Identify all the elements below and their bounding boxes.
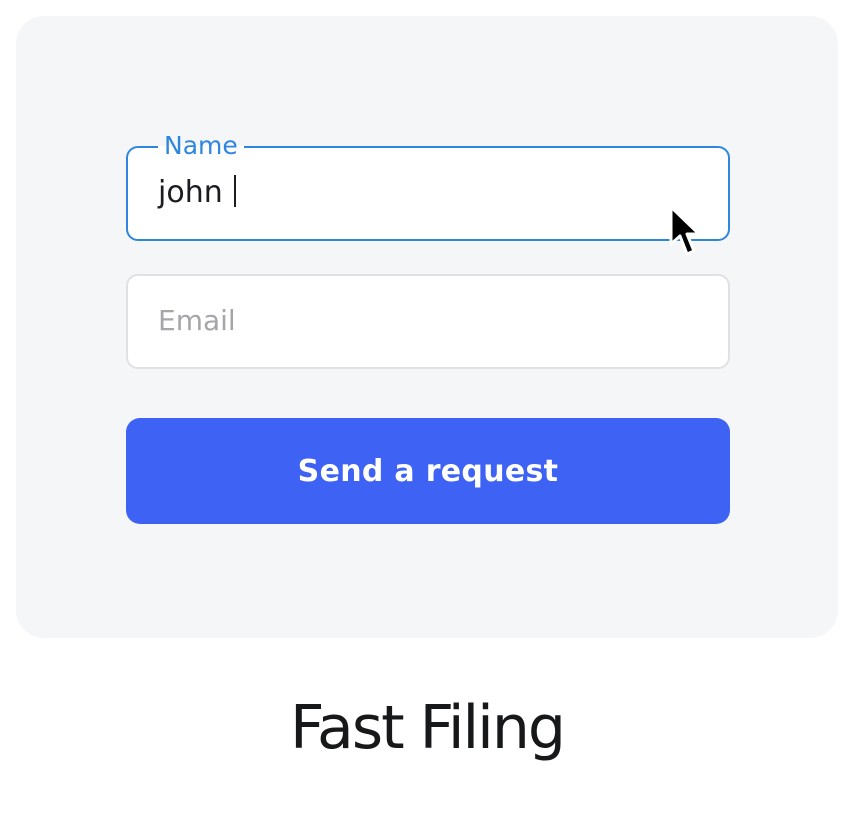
- mouse-pointer-icon: [669, 205, 701, 256]
- name-input-text: john: [158, 175, 233, 210]
- email-field[interactable]: Email: [126, 274, 730, 369]
- brand-name: Fast Filing: [290, 693, 566, 763]
- name-field-label: Name: [158, 131, 244, 161]
- name-input-value[interactable]: john: [158, 175, 237, 211]
- name-field[interactable]: Name john: [126, 131, 730, 241]
- form-card: Name john Email Send a request: [16, 16, 838, 638]
- send-request-button[interactable]: Send a request: [126, 418, 730, 524]
- email-placeholder: Email: [158, 304, 236, 337]
- text-caret: [234, 175, 237, 207]
